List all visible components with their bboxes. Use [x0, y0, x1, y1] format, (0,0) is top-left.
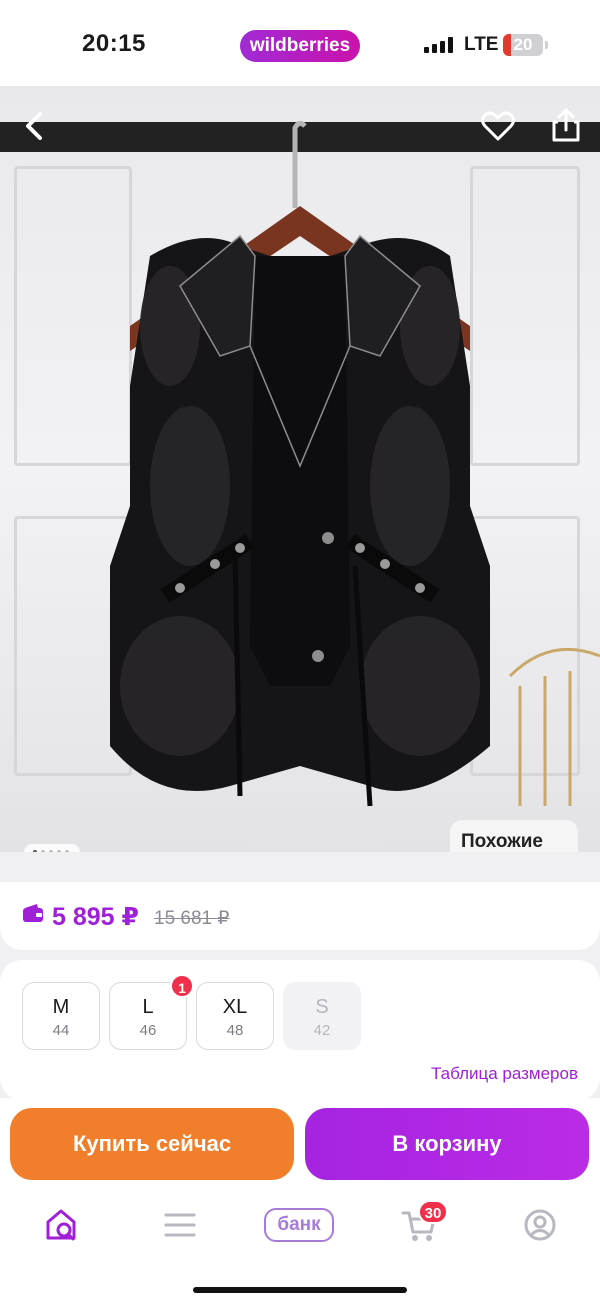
gallery-dot: [41, 850, 45, 852]
brand-logo: wildberries: [240, 30, 360, 62]
chevron-left-icon: [26, 112, 42, 140]
battery-icon: 20: [503, 34, 543, 56]
gallery-dot: [49, 850, 53, 852]
battery-tip: [545, 41, 548, 49]
gallery-dot: [57, 850, 61, 852]
size-ru: 46: [139, 1022, 157, 1039]
battery-level: 20: [513, 35, 533, 54]
profile-icon: [524, 1209, 556, 1241]
buy-now-button[interactable]: Купить сейчас: [10, 1108, 294, 1180]
back-button[interactable]: [14, 106, 54, 146]
price-old: 15 681 ₽: [154, 908, 230, 929]
size-option-xl[interactable]: XL 48: [196, 982, 274, 1050]
size-label: XL: [222, 996, 248, 1018]
size-label: M: [52, 996, 70, 1018]
cart-count-badge: 30: [418, 1200, 448, 1224]
gallery-dot: [65, 850, 69, 852]
size-selector: M 44 L 46 1 XL 48 S 42 Таблица размеров: [0, 960, 600, 1100]
tab-bar: банк 30: [0, 1200, 600, 1250]
price-current: 5 895 ₽: [52, 903, 139, 931]
fur-vest-photo: [110, 120, 600, 807]
product-image[interactable]: Похожие: [0, 86, 600, 852]
status-time: 20:15: [82, 30, 146, 57]
size-option-m[interactable]: M 44: [22, 982, 100, 1050]
price-card: 5 895 ₽ 15 681 ₽: [0, 882, 600, 950]
bottom-panel: Купить сейчас В корзину банк 30: [0, 1098, 600, 1303]
tab-catalog[interactable]: [155, 1200, 205, 1250]
size-label: L: [142, 996, 154, 1018]
size-count-badge: 1: [170, 974, 194, 998]
status-bar: 20:15 wildberries LTE 20: [0, 0, 600, 86]
add-to-cart-button[interactable]: В корзину: [305, 1108, 589, 1180]
bank-icon[interactable]: банк: [264, 1208, 334, 1242]
gallery-dot-active: [33, 850, 37, 852]
signal-icon: [424, 37, 454, 53]
size-label: S: [315, 996, 329, 1018]
size-ru: 42: [313, 1022, 331, 1039]
network-label: LTE: [464, 34, 499, 55]
tab-profile[interactable]: [515, 1200, 565, 1250]
favorite-button[interactable]: [478, 106, 518, 146]
share-icon: [552, 108, 580, 142]
heart-icon: [481, 111, 515, 141]
home-indicator: [193, 1287, 407, 1293]
size-option-l[interactable]: L 46 1: [109, 974, 194, 1050]
size-ru: 44: [52, 1022, 70, 1039]
home-search-icon: [46, 1209, 76, 1241]
size-ru: 48: [226, 1022, 244, 1039]
tab-home[interactable]: [36, 1200, 86, 1250]
gallery-dots: [24, 844, 80, 852]
wallet-icon: [23, 904, 43, 922]
share-button[interactable]: [546, 106, 586, 146]
size-option-s[interactable]: S 42: [283, 982, 361, 1050]
similar-button[interactable]: Похожие: [450, 820, 578, 852]
size-table-link[interactable]: Таблица размеров: [431, 1064, 578, 1084]
menu-icon: [164, 1213, 196, 1237]
